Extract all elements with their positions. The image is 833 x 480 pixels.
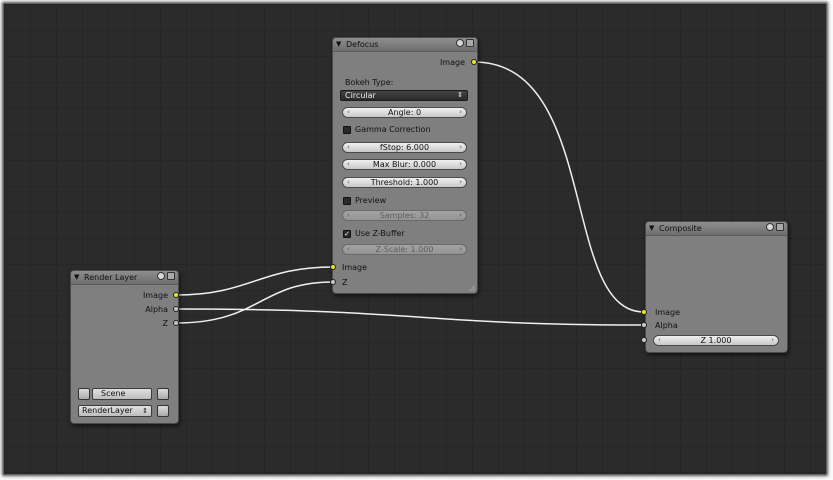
threshold-field[interactable]: ‹ Threshold: 1.000 › bbox=[342, 177, 467, 188]
increment-arrow-icon[interactable]: › bbox=[459, 178, 462, 187]
render-layer-node[interactable]: ▼ Render Layer Image Alpha Z Scene Rende… bbox=[70, 270, 179, 424]
preview-checkbox[interactable] bbox=[343, 197, 351, 205]
node-title: Defocus bbox=[346, 40, 379, 49]
threshold-value: Threshold: 1.000 bbox=[370, 178, 439, 187]
increment-arrow-icon[interactable]: › bbox=[459, 211, 462, 220]
up-down-caret-icon: ⇕ bbox=[142, 407, 148, 415]
output-alpha-label: Alpha bbox=[145, 305, 168, 314]
increment-arrow-icon[interactable]: › bbox=[459, 160, 462, 169]
node-title: Render Layer bbox=[84, 273, 138, 282]
preview-label: Preview bbox=[355, 196, 387, 205]
decrement-arrow-icon[interactable]: ‹ bbox=[347, 211, 350, 220]
render-layer-alpha-socket[interactable] bbox=[173, 306, 179, 312]
link-renderlayer-image-to-defocus-image[interactable] bbox=[175, 266, 334, 296]
defocus-input-z-socket[interactable] bbox=[330, 279, 336, 285]
node-editor-screenshot: ▼ Defocus Image Bokeh Type: Circular ⇕ ‹… bbox=[0, 0, 833, 480]
composite-image-socket[interactable] bbox=[641, 309, 647, 315]
collapse-triangle-icon[interactable]: ▼ bbox=[336, 40, 341, 48]
decrement-arrow-icon[interactable]: ‹ bbox=[347, 178, 350, 187]
samples-field[interactable]: ‹ Samples: 32 › bbox=[342, 210, 467, 221]
scene-browse-icon[interactable] bbox=[157, 388, 169, 400]
decrement-arrow-icon[interactable]: ‹ bbox=[347, 108, 350, 117]
output-image-label: Image bbox=[142, 291, 168, 300]
samples-value: Samples: 32 bbox=[379, 211, 430, 220]
bokeh-type-value: Circular bbox=[345, 91, 376, 100]
angle-field[interactable]: ‹ Angle: 0 › bbox=[342, 107, 467, 118]
scene-icon[interactable] bbox=[78, 388, 90, 400]
link-defocus-image-to-composite-image[interactable] bbox=[473, 61, 645, 313]
max-blur-field[interactable]: ‹ Max Blur: 0.000 › bbox=[342, 159, 467, 170]
render-layer-node-header[interactable]: ▼ Render Layer bbox=[71, 271, 178, 285]
node-preview-icon[interactable] bbox=[466, 39, 474, 47]
decrement-arrow-icon[interactable]: ‹ bbox=[658, 336, 661, 345]
decrement-arrow-icon[interactable]: ‹ bbox=[347, 160, 350, 169]
increment-arrow-icon[interactable]: › bbox=[459, 245, 462, 254]
defocus-node-header[interactable]: ▼ Defocus bbox=[333, 38, 477, 52]
composite-alpha-socket[interactable] bbox=[641, 322, 647, 328]
node-preview-icon[interactable] bbox=[776, 223, 784, 231]
node-options-icon[interactable] bbox=[766, 223, 774, 231]
render-layer-image-socket[interactable] bbox=[173, 292, 179, 298]
output-z-label: Z bbox=[162, 319, 168, 328]
composite-z-socket[interactable] bbox=[641, 337, 647, 343]
scene-selector[interactable]: Scene bbox=[92, 388, 152, 400]
increment-arrow-icon[interactable]: › bbox=[771, 336, 774, 345]
increment-arrow-icon[interactable]: › bbox=[459, 143, 462, 152]
composite-node[interactable]: ▼ Composite Image Alpha ‹ Z 1.000 › bbox=[645, 221, 788, 353]
bokeh-type-label: Bokeh Type: bbox=[345, 78, 394, 87]
input-image-label: Image bbox=[655, 308, 681, 317]
render-icon[interactable] bbox=[157, 405, 169, 417]
output-image-label: Image bbox=[439, 58, 465, 67]
resize-handle[interactable] bbox=[469, 285, 475, 291]
bokeh-type-dropdown[interactable]: Circular ⇕ bbox=[340, 90, 468, 101]
z-scale-field[interactable]: ‹ Z-Scale: 1.000 › bbox=[342, 244, 467, 255]
use-zbuffer-label: Use Z-Buffer bbox=[355, 229, 405, 238]
node-options-icon[interactable] bbox=[456, 39, 464, 47]
render-layer-z-socket[interactable] bbox=[173, 320, 179, 326]
defocus-input-image-socket[interactable] bbox=[330, 264, 336, 270]
link-renderlayer-z-to-defocus-z[interactable] bbox=[175, 281, 334, 324]
decrement-arrow-icon[interactable]: ‹ bbox=[347, 143, 350, 152]
fstop-value: fStop: 6.000 bbox=[379, 143, 430, 152]
angle-value: Angle: 0 bbox=[387, 108, 422, 117]
node-title: Composite bbox=[659, 224, 702, 233]
up-down-caret-icon: ⇕ bbox=[457, 91, 463, 99]
z-scale-value: Z-Scale: 1.000 bbox=[375, 245, 434, 254]
z-field[interactable]: ‹ Z 1.000 › bbox=[653, 335, 779, 346]
render-layer-selector[interactable]: RenderLayer ⇕ bbox=[78, 405, 152, 417]
node-preview-icon[interactable] bbox=[167, 272, 175, 280]
link-renderlayer-alpha-to-composite-alpha[interactable] bbox=[175, 308, 645, 326]
max-blur-value: Max Blur: 0.000 bbox=[372, 160, 437, 169]
input-image-label: Image bbox=[342, 263, 368, 272]
render-layer-name: RenderLayer bbox=[82, 406, 133, 415]
collapse-triangle-icon[interactable]: ▼ bbox=[74, 273, 79, 281]
collapse-triangle-icon[interactable]: ▼ bbox=[649, 224, 654, 232]
defocus-output-image-socket[interactable] bbox=[471, 59, 477, 65]
composite-node-header[interactable]: ▼ Composite bbox=[646, 222, 787, 236]
gamma-correction-checkbox[interactable] bbox=[343, 126, 351, 134]
increment-arrow-icon[interactable]: › bbox=[459, 108, 462, 117]
decrement-arrow-icon[interactable]: ‹ bbox=[347, 245, 350, 254]
node-options-icon[interactable] bbox=[157, 272, 165, 280]
fstop-field[interactable]: ‹ fStop: 6.000 › bbox=[342, 142, 467, 153]
use-zbuffer-checkbox[interactable]: ✓ bbox=[343, 230, 351, 238]
defocus-node[interactable]: ▼ Defocus Image Bokeh Type: Circular ⇕ ‹… bbox=[332, 37, 478, 294]
input-z-label: Z bbox=[342, 278, 348, 287]
z-value: Z 1.000 bbox=[700, 336, 732, 345]
gamma-correction-label: Gamma Correction bbox=[355, 125, 431, 134]
scene-name: Scene bbox=[101, 389, 126, 398]
input-alpha-label: Alpha bbox=[655, 321, 678, 330]
